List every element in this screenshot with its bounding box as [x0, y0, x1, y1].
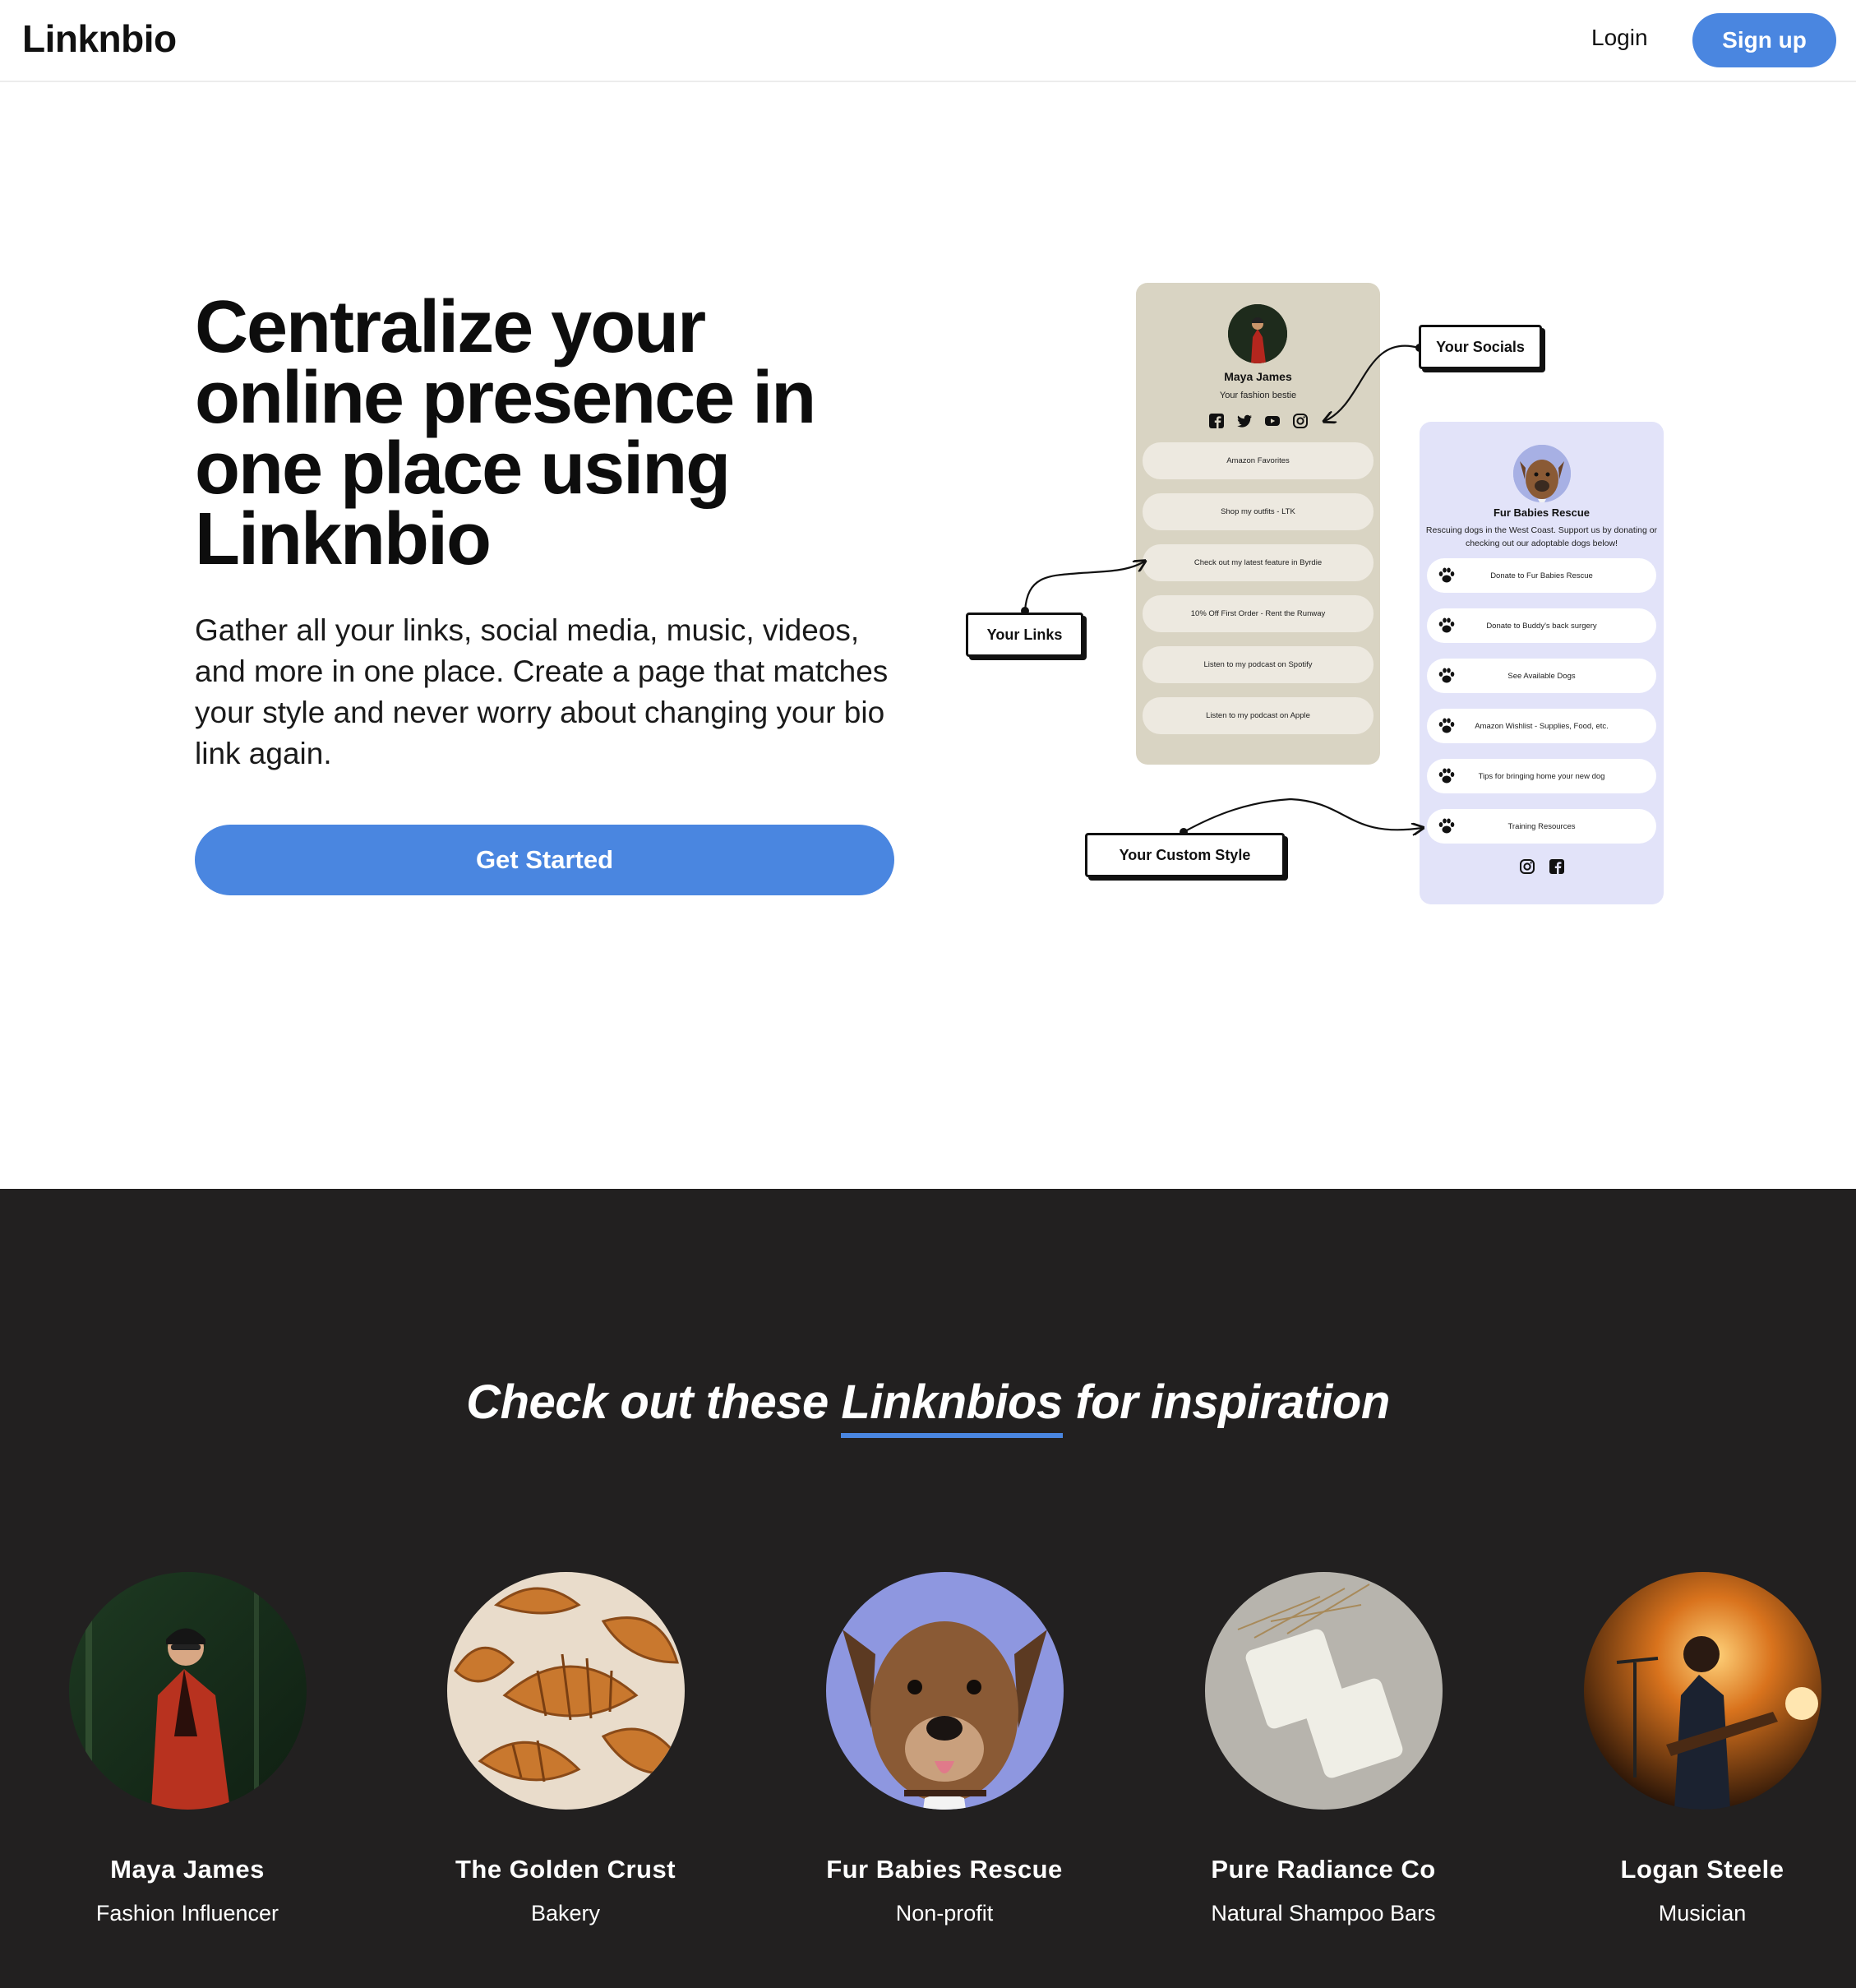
profile-card-fur-babies-rescue[interactable]: Fur Babies Rescue Non-profit	[780, 1572, 1109, 1926]
profile-photo	[446, 1572, 685, 1810]
profile-card-name: Logan Steele	[1620, 1855, 1784, 1884]
profile-card-category: Musician	[1658, 1901, 1747, 1926]
profile-photo	[68, 1572, 307, 1810]
profile-card-logan-steele[interactable]: Logan Steele Musician	[1538, 1572, 1856, 1926]
profile-card-name: The Golden Crust	[455, 1855, 676, 1884]
shampoo-bar-photo	[1204, 1572, 1443, 1810]
profile-card-name: Maya James	[110, 1855, 265, 1884]
profile-photo	[1204, 1572, 1443, 1810]
callout-arrows	[1021, 344, 1856, 836]
profile-card-category: Bakery	[530, 1901, 601, 1926]
inspiration-title-highlight: Linknbios	[841, 1375, 1063, 1438]
callout-your-links: Your Links	[966, 613, 1083, 657]
musician-photo	[1583, 1572, 1821, 1810]
profile-card-category: Natural Shampoo Bars	[1211, 1901, 1436, 1926]
callout-your-socials: Your Socials	[1419, 325, 1542, 369]
inspiration-title: Check out these Linknbios for inspiratio…	[0, 1375, 1856, 1438]
fashion-photo	[68, 1572, 307, 1810]
inspiration-title-start: Check out these	[466, 1375, 842, 1429]
profile-card-category: Fashion Influencer	[95, 1901, 279, 1926]
profile-card-category: Non-profit	[895, 1901, 994, 1926]
callout-your-custom-style: Your Custom Style	[1085, 833, 1285, 877]
dog-photo	[825, 1572, 1064, 1810]
profile-card-golden-crust[interactable]: The Golden Crust Bakery	[401, 1572, 730, 1926]
inspiration-title-end: for inspiration	[1062, 1375, 1390, 1429]
inspiration-section: Check out these Linknbios for inspiratio…	[0, 1189, 1856, 1988]
profile-card-pure-radiance-co[interactable]: Pure Radiance Co Natural Shampoo Bars	[1159, 1572, 1488, 1926]
profile-card-name: Pure Radiance Co	[1211, 1855, 1436, 1884]
profile-card-maya-james[interactable]: Maya James Fashion Influencer	[23, 1572, 352, 1926]
croissant-photo	[446, 1572, 685, 1810]
profile-photo	[825, 1572, 1064, 1810]
profile-photo	[1583, 1572, 1821, 1810]
profile-card-name: Fur Babies Rescue	[826, 1855, 1063, 1884]
